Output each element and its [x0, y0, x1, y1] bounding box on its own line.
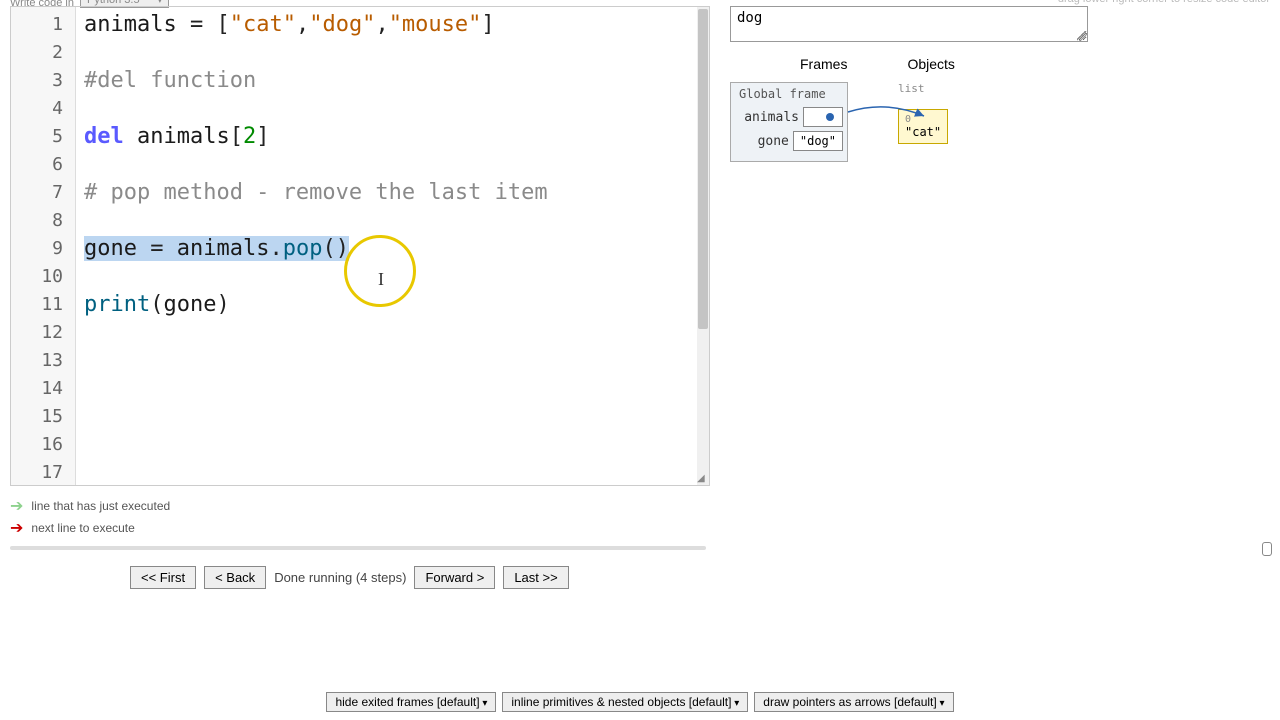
red-arrow-icon: ➔ [10, 518, 23, 538]
back-button[interactable]: < Back [204, 566, 266, 589]
line-number: 14 [11, 375, 63, 403]
frames-header: Frames [800, 56, 847, 72]
visualization-options: hide exited frames [default] inline prim… [0, 692, 1280, 712]
primitives-option-select[interactable]: inline primitives & nested objects [defa… [502, 692, 748, 712]
slider-handle[interactable] [1262, 542, 1272, 556]
code-line[interactable] [84, 95, 703, 123]
pointer-arrow-icon [846, 102, 936, 132]
line-number: 17 [11, 459, 63, 486]
code-line[interactable] [84, 403, 703, 431]
code-line[interactable] [84, 431, 703, 459]
object-type-label: list [898, 82, 948, 95]
code-line[interactable] [84, 39, 703, 67]
var-name: gone [758, 134, 789, 149]
frames-option-select[interactable]: hide exited frames [default] [326, 692, 496, 712]
global-frame-label: Global frame [735, 87, 843, 101]
green-arrow-icon: ➔ [10, 496, 23, 516]
var-value-box [803, 107, 843, 127]
code-line[interactable] [84, 207, 703, 235]
code-line[interactable]: #del function [84, 67, 703, 95]
line-number: 1 [11, 11, 63, 39]
line-number: 15 [11, 403, 63, 431]
step-slider[interactable] [10, 546, 1270, 558]
code-area[interactable]: animals = ["cat","dog","mouse"] #del func… [76, 7, 709, 485]
code-line[interactable] [84, 151, 703, 179]
var-row-gone: gone "dog" [735, 131, 843, 151]
last-button[interactable]: Last >> [503, 566, 568, 589]
line-number: 8 [11, 207, 63, 235]
legend-executed: line that has just executed [31, 499, 170, 513]
line-number: 12 [11, 319, 63, 347]
editor-scrollbar[interactable] [697, 7, 709, 485]
line-number: 6 [11, 151, 63, 179]
code-line[interactable] [84, 319, 703, 347]
line-number: 11 [11, 291, 63, 319]
forward-button[interactable]: Forward > [414, 566, 495, 589]
code-line[interactable]: animals = ["cat","dog","mouse"] [84, 11, 703, 39]
code-line[interactable] [84, 459, 703, 486]
line-number: 10 [11, 263, 63, 291]
execution-controls: << First < Back Done running (4 steps) F… [130, 566, 1280, 589]
program-output: dog [730, 6, 1088, 42]
line-gutter: ➔ 1234567891011121314151617 [11, 7, 76, 485]
var-value-box: "dog" [793, 131, 843, 151]
code-line[interactable] [84, 263, 703, 291]
code-line[interactable]: gone = animals.pop() [84, 235, 703, 263]
legend: ➔ line that has just executed ➔ next line … [10, 496, 1280, 538]
code-line[interactable] [84, 375, 703, 403]
objects-header: Objects [907, 56, 954, 72]
line-number: 9 [11, 235, 63, 263]
pointer-dot-icon [826, 113, 834, 121]
code-line[interactable]: del animals[2] [84, 123, 703, 151]
line-number: 3 [11, 67, 63, 95]
legend-next: next line to execute [31, 521, 134, 535]
global-frame: Global frame animals gone "dog" [730, 82, 848, 162]
line-number: 2 [11, 39, 63, 67]
var-name: animals [744, 110, 799, 125]
code-line[interactable]: # pop method - remove the last item [84, 179, 703, 207]
line-number: 5 [11, 123, 63, 151]
resize-grip-icon[interactable]: ◢ [697, 473, 707, 483]
code-editor[interactable]: ➔ 1234567891011121314151617 animals = ["… [10, 6, 710, 486]
execution-status: Done running (4 steps) [274, 570, 406, 585]
line-number: 4 [11, 95, 63, 123]
var-row-animals: animals [735, 107, 843, 127]
code-line[interactable]: print(gone) [84, 291, 703, 319]
pointers-option-select[interactable]: draw pointers as arrows [default] [754, 692, 953, 712]
resize-hint: drag lower right corner to resize code e… [1058, 0, 1270, 5]
scrollbar-thumb[interactable] [698, 9, 708, 329]
line-number: 16 [11, 431, 63, 459]
line-number: 7 [11, 179, 63, 207]
code-line[interactable] [84, 347, 703, 375]
text-cursor-icon [378, 265, 379, 285]
slider-track[interactable] [10, 546, 706, 550]
first-button[interactable]: << First [130, 566, 196, 589]
line-number: 13 [11, 347, 63, 375]
